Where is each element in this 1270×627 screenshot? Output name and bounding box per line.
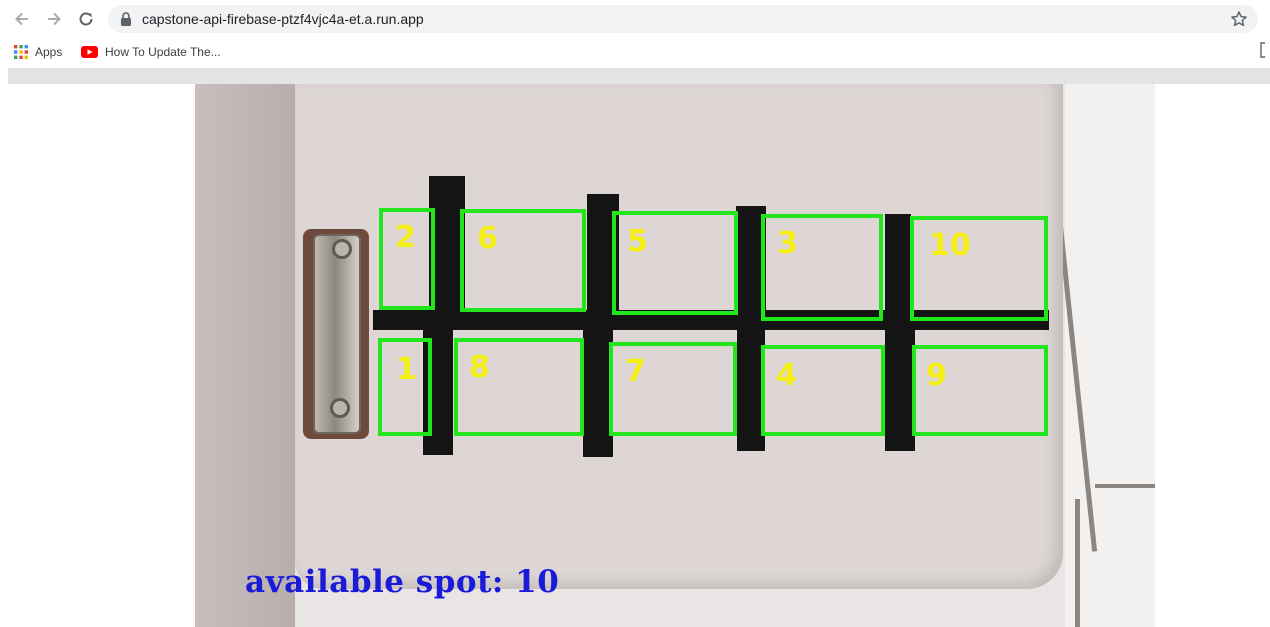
parking-slot-label: 3 [777,226,798,261]
parking-slot-label: 6 [477,221,498,256]
bookmarks-bar: Apps How To Update The... [0,38,1270,64]
available-spot-count: available spot: 10 [245,564,560,600]
forward-arrow-icon[interactable] [42,8,66,30]
tile-grout [1075,499,1080,627]
bookmark-apps[interactable]: Apps [14,43,62,61]
reload-icon[interactable] [74,8,98,30]
apps-grid-icon [14,45,28,59]
parking-slot-label: 9 [926,358,947,393]
parking-detection-image: 2 6 5 3 10 1 8 7 4 9 available spot: 10 [195,84,1155,627]
youtube-icon [81,46,98,58]
parking-slot-label: 10 [929,228,971,263]
other-bookmarks-icon[interactable] [1260,42,1266,63]
clipboard-board [295,84,1063,589]
clip-rivet [332,239,352,259]
address-bar[interactable]: capstone-api-firebase-ptzf4vjc4a-et.a.ru… [108,5,1258,33]
parking-slot-label: 8 [469,350,490,385]
parking-slot-label: 5 [627,224,648,259]
page-top-band [8,68,1270,84]
tape-divider [885,329,915,451]
url-text[interactable]: capstone-api-firebase-ptzf4vjc4a-et.a.ru… [142,11,424,27]
parking-slot-label: 1 [396,352,417,387]
clip-rivet [330,398,350,418]
bookmark-youtube[interactable]: How To Update The... [81,43,221,61]
back-arrow-icon[interactable] [10,8,34,30]
parking-slot-label: 2 [395,220,416,255]
browser-toolbar: capstone-api-firebase-ptzf4vjc4a-et.a.ru… [0,0,1270,38]
parking-slot-label: 7 [625,354,646,389]
star-icon[interactable] [1230,10,1248,33]
board-shadow [195,84,295,627]
bookmark-label: How To Update The... [105,45,221,59]
tile-grout [1095,484,1155,488]
lock-icon [120,12,132,31]
bookmark-label: Apps [35,45,63,59]
tape-divider [885,214,911,312]
parking-slot-label: 4 [776,358,797,393]
